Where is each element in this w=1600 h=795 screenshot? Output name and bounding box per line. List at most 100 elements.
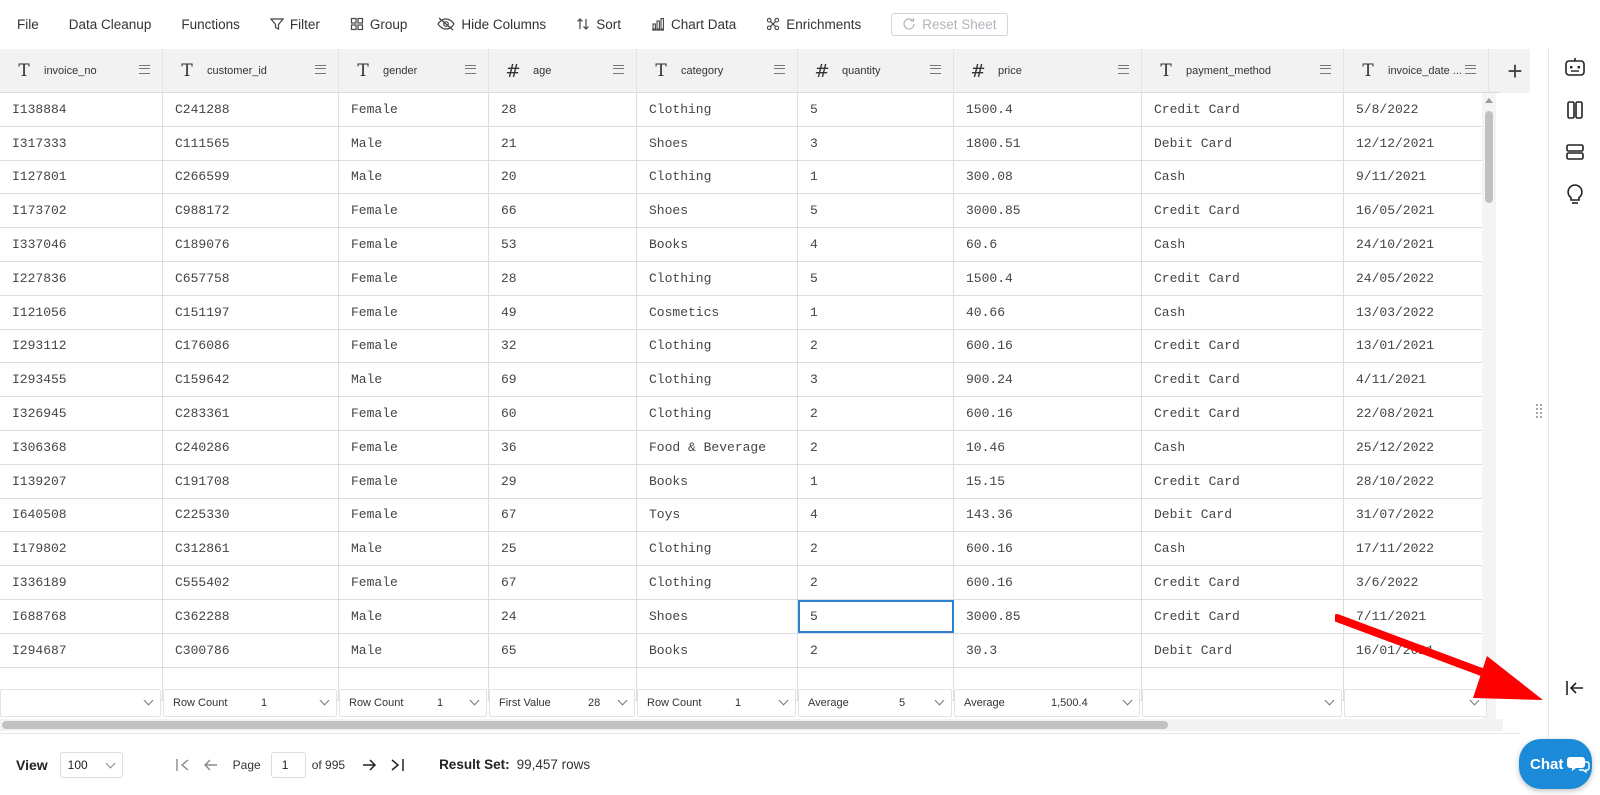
table-cell[interactable]: C225330 xyxy=(163,498,339,532)
table-cell[interactable]: Male xyxy=(339,126,489,160)
table-cell[interactable]: 5 xyxy=(798,194,954,228)
table-cell[interactable]: C312861 xyxy=(163,532,339,566)
table-cell[interactable]: 600.16 xyxy=(954,397,1142,430)
table-cell[interactable]: I640508 xyxy=(0,498,163,532)
table-cell[interactable]: 60.6 xyxy=(954,228,1142,261)
table-cell[interactable]: I293112 xyxy=(0,329,163,363)
table-cell[interactable]: Credit Card xyxy=(1142,397,1344,430)
table-cell[interactable]: Credit Card xyxy=(1142,261,1344,295)
chat-button[interactable]: Chat xyxy=(1519,739,1592,789)
table-cell[interactable]: 67 xyxy=(489,566,637,599)
table-cell[interactable]: C191708 xyxy=(163,464,339,498)
table-cell[interactable]: Female xyxy=(339,430,489,464)
table-cell[interactable]: 5 xyxy=(798,261,954,295)
table-cell[interactable]: 5 xyxy=(798,599,954,633)
aggregate-select[interactable]: Row Count 1 xyxy=(163,689,337,717)
table-cell[interactable]: Female xyxy=(339,261,489,295)
table-cell[interactable]: 2 xyxy=(798,397,954,430)
lightbulb-icon[interactable] xyxy=(1563,182,1587,206)
aggregate-select[interactable]: Average 1,500.4 xyxy=(954,689,1140,717)
previous-page-icon[interactable] xyxy=(203,758,219,772)
table-cell[interactable]: Credit Card xyxy=(1142,599,1344,633)
table-cell[interactable]: Cash xyxy=(1142,430,1344,464)
table-cell[interactable]: C111565 xyxy=(163,126,339,160)
column-header-invoice-no[interactable]: Tinvoice_no xyxy=(0,49,163,93)
table-cell[interactable]: I179802 xyxy=(0,532,163,566)
table-cell[interactable]: 10.46 xyxy=(954,430,1142,464)
aggregate-select[interactable] xyxy=(1142,689,1342,717)
table-cell[interactable]: 30.3 xyxy=(954,633,1142,667)
table-cell[interactable]: Clothing xyxy=(637,261,798,295)
table-cell[interactable]: C657758 xyxy=(163,261,339,295)
table-cell[interactable]: 3 xyxy=(798,363,954,397)
table-cell[interactable]: Credit Card xyxy=(1142,329,1344,363)
column-menu-icon[interactable] xyxy=(1118,65,1129,74)
table-cell[interactable]: Clothing xyxy=(637,363,798,397)
first-page-icon[interactable] xyxy=(175,758,191,772)
table-cell[interactable]: Male xyxy=(339,160,489,194)
aggregate-select[interactable]: Average 5 xyxy=(798,689,952,717)
table-cell[interactable]: I293455 xyxy=(0,363,163,397)
table-cell[interactable]: Female xyxy=(339,397,489,430)
table-cell[interactable]: Female xyxy=(339,93,489,126)
table-cell[interactable]: Female xyxy=(339,329,489,363)
aggregate-select[interactable] xyxy=(0,689,161,717)
table-cell[interactable]: I138884 xyxy=(0,93,163,126)
table-cell[interactable]: Male xyxy=(339,363,489,397)
table-cell[interactable]: C176086 xyxy=(163,329,339,363)
table-cell[interactable]: 21 xyxy=(489,126,637,160)
table-cell[interactable]: C240286 xyxy=(163,430,339,464)
column-header-invoice-date[interactable]: Tinvoice_date ... xyxy=(1344,49,1489,93)
table-cell[interactable]: 3000.85 xyxy=(954,194,1142,228)
table-cell[interactable]: 31/07/2022 xyxy=(1344,498,1489,532)
table-cell[interactable]: 20 xyxy=(489,160,637,194)
table-cell[interactable]: Female xyxy=(339,464,489,498)
table-cell[interactable]: 66 xyxy=(489,194,637,228)
horizontal-scrollbar[interactable] xyxy=(0,719,1503,731)
table-cell[interactable]: Debit Card xyxy=(1142,498,1344,532)
table-cell[interactable]: Cash xyxy=(1142,160,1344,194)
table-cell[interactable]: 1 xyxy=(798,295,954,329)
table-cell[interactable]: 1800.51 xyxy=(954,126,1142,160)
table-cell[interactable]: Male xyxy=(339,633,489,667)
table-cell[interactable]: I688768 xyxy=(0,599,163,633)
table-cell[interactable]: Cash xyxy=(1142,295,1344,329)
table-cell[interactable]: 3 xyxy=(798,126,954,160)
rows-view-icon[interactable] xyxy=(1563,140,1587,164)
table-cell[interactable]: 60 xyxy=(489,397,637,430)
last-page-icon[interactable] xyxy=(389,758,405,772)
table-cell[interactable]: 5/8/2022 xyxy=(1344,93,1489,126)
table-cell[interactable]: C283361 xyxy=(163,397,339,430)
table-cell[interactable]: 600.16 xyxy=(954,329,1142,363)
table-cell[interactable]: 2 xyxy=(798,329,954,363)
table-cell[interactable]: 9/11/2021 xyxy=(1344,160,1489,194)
aggregate-select[interactable]: Row Count 1 xyxy=(339,689,487,717)
assistant-bot-icon[interactable] xyxy=(1563,55,1587,79)
table-cell[interactable]: Cash xyxy=(1142,532,1344,566)
table-cell[interactable]: Clothing xyxy=(637,532,798,566)
page-size-select[interactable]: 100 xyxy=(59,751,123,778)
table-cell[interactable]: Cash xyxy=(1142,228,1344,261)
toolbar-data-cleanup-button[interactable]: Data Cleanup xyxy=(69,12,152,36)
next-page-icon[interactable] xyxy=(361,758,377,772)
table-cell[interactable]: Books xyxy=(637,633,798,667)
table-cell[interactable]: I173702 xyxy=(0,194,163,228)
table-cell[interactable]: 24/05/2022 xyxy=(1344,261,1489,295)
table-cell[interactable]: 143.36 xyxy=(954,498,1142,532)
panel-resize-handle[interactable] xyxy=(1535,403,1545,419)
scroll-up-arrow[interactable] xyxy=(1485,98,1493,103)
table-cell[interactable]: Credit Card xyxy=(1142,93,1344,126)
table-cell[interactable]: 24 xyxy=(489,599,637,633)
table-cell[interactable]: 2 xyxy=(798,633,954,667)
column-menu-icon[interactable] xyxy=(774,65,785,74)
table-cell[interactable]: Clothing xyxy=(637,566,798,599)
table-cell[interactable]: C300786 xyxy=(163,633,339,667)
toolbar-enrichments-button[interactable]: Enrichments xyxy=(766,12,861,36)
table-cell[interactable]: Clothing xyxy=(637,160,798,194)
table-cell[interactable]: I336189 xyxy=(0,566,163,599)
collapse-left-icon[interactable] xyxy=(1563,676,1587,700)
table-cell[interactable]: Credit Card xyxy=(1142,194,1344,228)
table-cell[interactable]: C159642 xyxy=(163,363,339,397)
column-header-category[interactable]: Tcategory xyxy=(637,49,798,93)
column-header-price[interactable]: # price xyxy=(954,49,1142,93)
